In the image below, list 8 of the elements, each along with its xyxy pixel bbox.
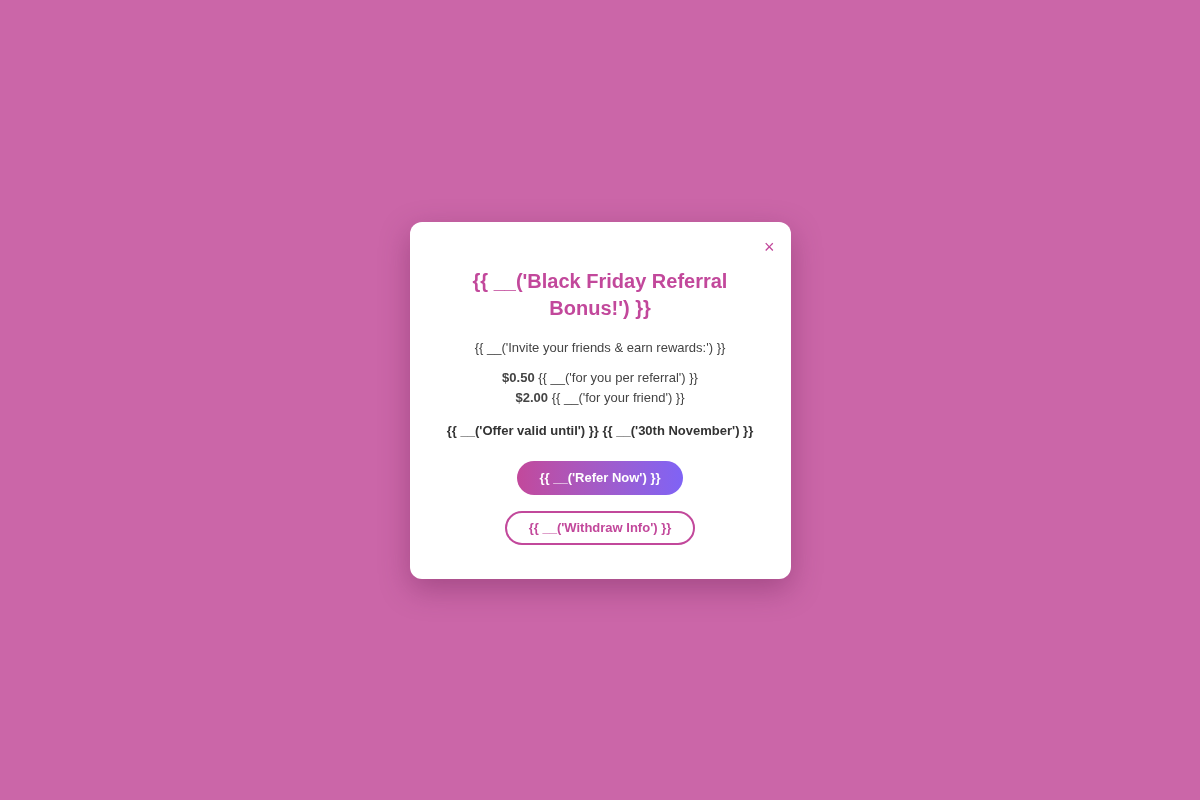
refer-now-button[interactable]: {{ __('Refer Now') }} [517, 460, 683, 495]
offer-text: {{ __('Offer valid until') }} {{ __('30th November') }} [446, 422, 754, 440]
modal-title: {{ __('Black Friday Referral Bonus!') }} [471, 268, 729, 321]
close-button[interactable]: × [764, 237, 775, 256]
reward-text: $0.50 {{ __('for you per referral') }} [502, 369, 698, 387]
withdraw-info-button[interactable]: {{ __('Withdraw Info') }} [504, 510, 696, 545]
reward-text: $2.00 {{ __('for your friend') }} [515, 389, 685, 407]
intro-text: {{ __('Invite your friends & earn rewards:') }} [474, 338, 726, 357]
